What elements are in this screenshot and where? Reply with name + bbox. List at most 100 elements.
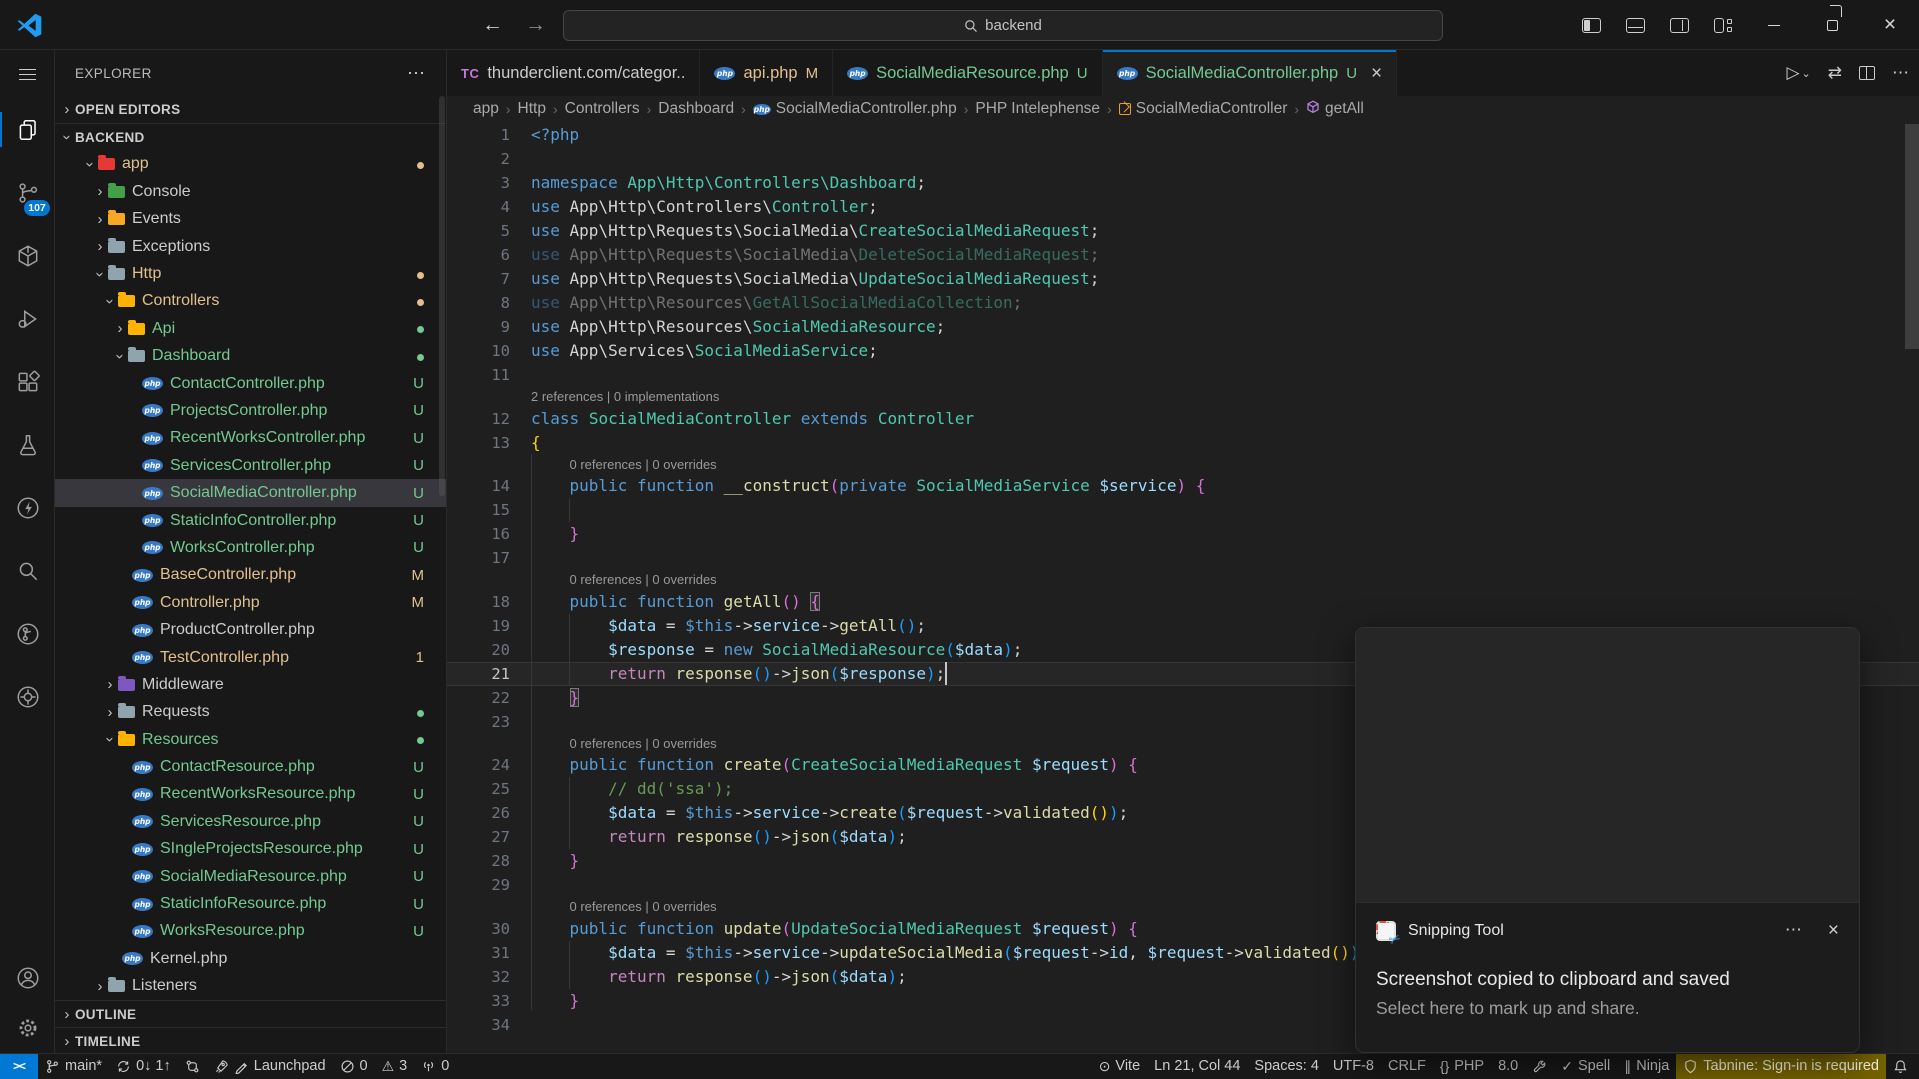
tree-file-ProjectsController-php[interactable]: phpProjectsController.phpU (55, 397, 446, 424)
tab-SocialMediaController-php[interactable]: phpSocialMediaController.phpU× (1103, 50, 1398, 96)
status-git-sync[interactable]: 0↓ 1↑ (109, 1054, 178, 1079)
activity-item-gitlens-inspect[interactable] (0, 665, 55, 728)
tree-file-Kernel-php[interactable]: phpKernel.php (55, 945, 446, 972)
tree-folder-Console[interactable]: ›Console (55, 178, 446, 205)
tree-file-SIngleProjectsResource-php[interactable]: phpSIngleProjectsResource.phpU (55, 836, 446, 863)
code-line-8[interactable]: 8use App\Http\Resources\GetAllSocialMedi… (447, 291, 1919, 315)
tab-api-php[interactable]: phpapi.phpM (700, 50, 833, 96)
compare-changes-icon[interactable]: ⇄ (1828, 63, 1842, 83)
toggle-secondary-sidebar-button[interactable] (1657, 0, 1701, 50)
activity-item-testing[interactable] (0, 413, 55, 476)
code-line-10[interactable]: 10use App\Services\SocialMediaService; (447, 339, 1919, 363)
snipping-tool-toast[interactable]: Snipping Tool ⋯ × Screenshot copied to c… (1355, 627, 1860, 1053)
activity-item-thunder-client[interactable] (0, 476, 55, 539)
tree-file-ProductController-php[interactable]: phpProductController.php (55, 616, 446, 643)
restore-button[interactable] (1803, 0, 1861, 50)
sidebar-section-outline[interactable]: ›OUTLINE (55, 1000, 446, 1027)
breadcrumb-item-Controllers[interactable]: Controllers (565, 100, 640, 118)
code-line-11[interactable]: 11 (447, 363, 1919, 387)
breadcrumb-item-getAll[interactable]: getAll (1306, 100, 1364, 119)
breadcrumb-item-SocialMediaController[interactable]: SocialMediaController (1119, 100, 1288, 118)
tree-file-SocialMediaResource-php[interactable]: phpSocialMediaResource.phpU (55, 863, 446, 890)
tree-folder-Exceptions[interactable]: ›Exceptions (55, 233, 446, 260)
status-tools[interactable] (1525, 1054, 1554, 1079)
tree-folder-Listeners[interactable]: ›Listeners (55, 973, 446, 1000)
code-line-13[interactable]: 13{ (447, 431, 1919, 455)
breadcrumb-item-app[interactable]: app (473, 100, 499, 118)
code-line-9[interactable]: 9use App\Http\Resources\SocialMediaResou… (447, 315, 1919, 339)
status-encoding[interactable]: UTF-8 (1326, 1054, 1381, 1079)
explorer-more-actions-icon[interactable]: ⋯ (407, 63, 426, 84)
status-compare[interactable] (178, 1054, 207, 1079)
tree-file-ServicesController-php[interactable]: phpServicesController.phpU (55, 452, 446, 479)
editor-scrollbar[interactable] (1905, 124, 1919, 349)
tree-folder-Resources[interactable]: ›Resources (55, 726, 446, 753)
toggle-panel-button[interactable] (1613, 0, 1657, 50)
status-vite[interactable]: ⊙Vite (1092, 1054, 1147, 1079)
code-line-18[interactable]: 18 public function getAll() { (447, 590, 1919, 614)
status-eol[interactable]: CRLF (1381, 1054, 1433, 1079)
nav-back-icon[interactable]: ← (482, 13, 503, 37)
toggle-primary-sidebar-button[interactable] (1569, 0, 1613, 50)
status-cursor-position[interactable]: Ln 21, Col 44 (1147, 1054, 1247, 1079)
code-line-17[interactable]: 17 (447, 546, 1919, 570)
status-indentation[interactable]: Spaces: 4 (1247, 1054, 1326, 1079)
remote-indicator[interactable]: >< (0, 1054, 38, 1079)
code-line-1[interactable]: 1<?php (447, 123, 1919, 147)
tree-file-WorksResource-php[interactable]: phpWorksResource.phpU (55, 918, 446, 945)
tree-folder-Http[interactable]: ›Http (55, 260, 446, 287)
code-line-16[interactable]: 16 } (447, 522, 1919, 546)
tree-file-ContactController-php[interactable]: phpContactController.phpU (55, 370, 446, 397)
tree-file-ServicesResource-php[interactable]: phpServicesResource.phpU (55, 808, 446, 835)
status-warnings[interactable]: ⚠3 (375, 1054, 415, 1079)
breadcrumb-item-Dashboard[interactable]: Dashboard (658, 100, 734, 118)
minimize-button[interactable] (1745, 0, 1803, 50)
tree-folder-Dashboard[interactable]: ›Dashboard (55, 343, 446, 370)
tree-file-StaticInfoController-php[interactable]: phpStaticInfoController.phpU (55, 507, 446, 534)
codelens[interactable]: 0 references | 0 overrides (447, 455, 1919, 475)
tree-folder-Middleware[interactable]: ›Middleware (55, 671, 446, 698)
activity-item-run-debug[interactable] (0, 287, 55, 350)
breadcrumb-item-Http[interactable]: Http (518, 100, 546, 118)
tab-close-icon[interactable]: × (1371, 64, 1382, 83)
tree-file-RecentWorksResource-php[interactable]: phpRecentWorksResource.phpU (55, 781, 446, 808)
activity-item-account[interactable] (0, 953, 55, 1003)
run-php-file-button[interactable]: ▷⌄ (1786, 63, 1810, 83)
status-launchpad[interactable]: Launchpad (207, 1054, 333, 1079)
tree-file-RecentWorksController-php[interactable]: phpRecentWorksController.phpU (55, 425, 446, 452)
nav-forward-icon[interactable]: → (525, 13, 546, 37)
toast-more-icon[interactable]: ⋯ (1785, 920, 1802, 942)
tree-folder-Requests[interactable]: ›Requests (55, 699, 446, 726)
activity-item-gitlens[interactable] (0, 602, 55, 665)
code-line-6[interactable]: 6use App\Http\Requests\SocialMedia\Delet… (447, 243, 1919, 267)
tree-file-StaticInfoResource-php[interactable]: phpStaticInfoResource.phpU (55, 890, 446, 917)
tree-folder-app[interactable]: ›app (55, 151, 446, 178)
tree-folder-Controllers[interactable]: ›Controllers (55, 288, 446, 315)
code-line-2[interactable]: 2 (447, 147, 1919, 171)
status-ports[interactable]: 0 (414, 1054, 456, 1079)
tree-file-SocialMediaController-php[interactable]: phpSocialMediaController.phpU (55, 479, 446, 506)
code-line-7[interactable]: 7use App\Http\Requests\SocialMedia\Updat… (447, 267, 1919, 291)
tree-file-ContactResource-php[interactable]: phpContactResource.phpU (55, 753, 446, 780)
command-center-search[interactable]: backend (563, 10, 1443, 41)
breadcrumb-item-PHP-Intelephense[interactable]: PHP Intelephense (975, 100, 1100, 118)
tree-folder-Events[interactable]: ›Events (55, 206, 446, 233)
status-ninja[interactable]: ∥Ninja (1617, 1054, 1676, 1079)
status-errors[interactable]: 0 (333, 1054, 375, 1079)
editor-more-actions-icon[interactable]: ⋯ (1892, 63, 1909, 83)
status-tabnine[interactable]: Tabnine: Sign-in is required (1676, 1054, 1886, 1079)
activity-item-explorer[interactable] (0, 98, 55, 161)
code-line-5[interactable]: 5use App\Http\Requests\SocialMedia\Creat… (447, 219, 1919, 243)
sidebar-scrollbar[interactable] (439, 96, 445, 496)
sidebar-section-open-editors[interactable]: ›OPEN EDITORS (55, 96, 446, 123)
status-spell[interactable]: ✓Spell (1554, 1054, 1617, 1079)
code-line-3[interactable]: 3namespace App\Http\Controllers\Dashboar… (447, 171, 1919, 195)
tree-file-WorksController-php[interactable]: phpWorksController.phpU (55, 534, 446, 561)
activity-item-extensions[interactable] (0, 350, 55, 413)
tree-folder-Api[interactable]: ›Api (55, 315, 446, 342)
code-line-4[interactable]: 4use App\Http\Controllers\Controller; (447, 195, 1919, 219)
activity-item-menu[interactable] (0, 50, 55, 98)
customize-layout-button[interactable] (1701, 0, 1745, 50)
codelens[interactable]: 2 references | 0 implementations (447, 387, 1919, 407)
close-window-button[interactable]: × (1861, 0, 1919, 50)
